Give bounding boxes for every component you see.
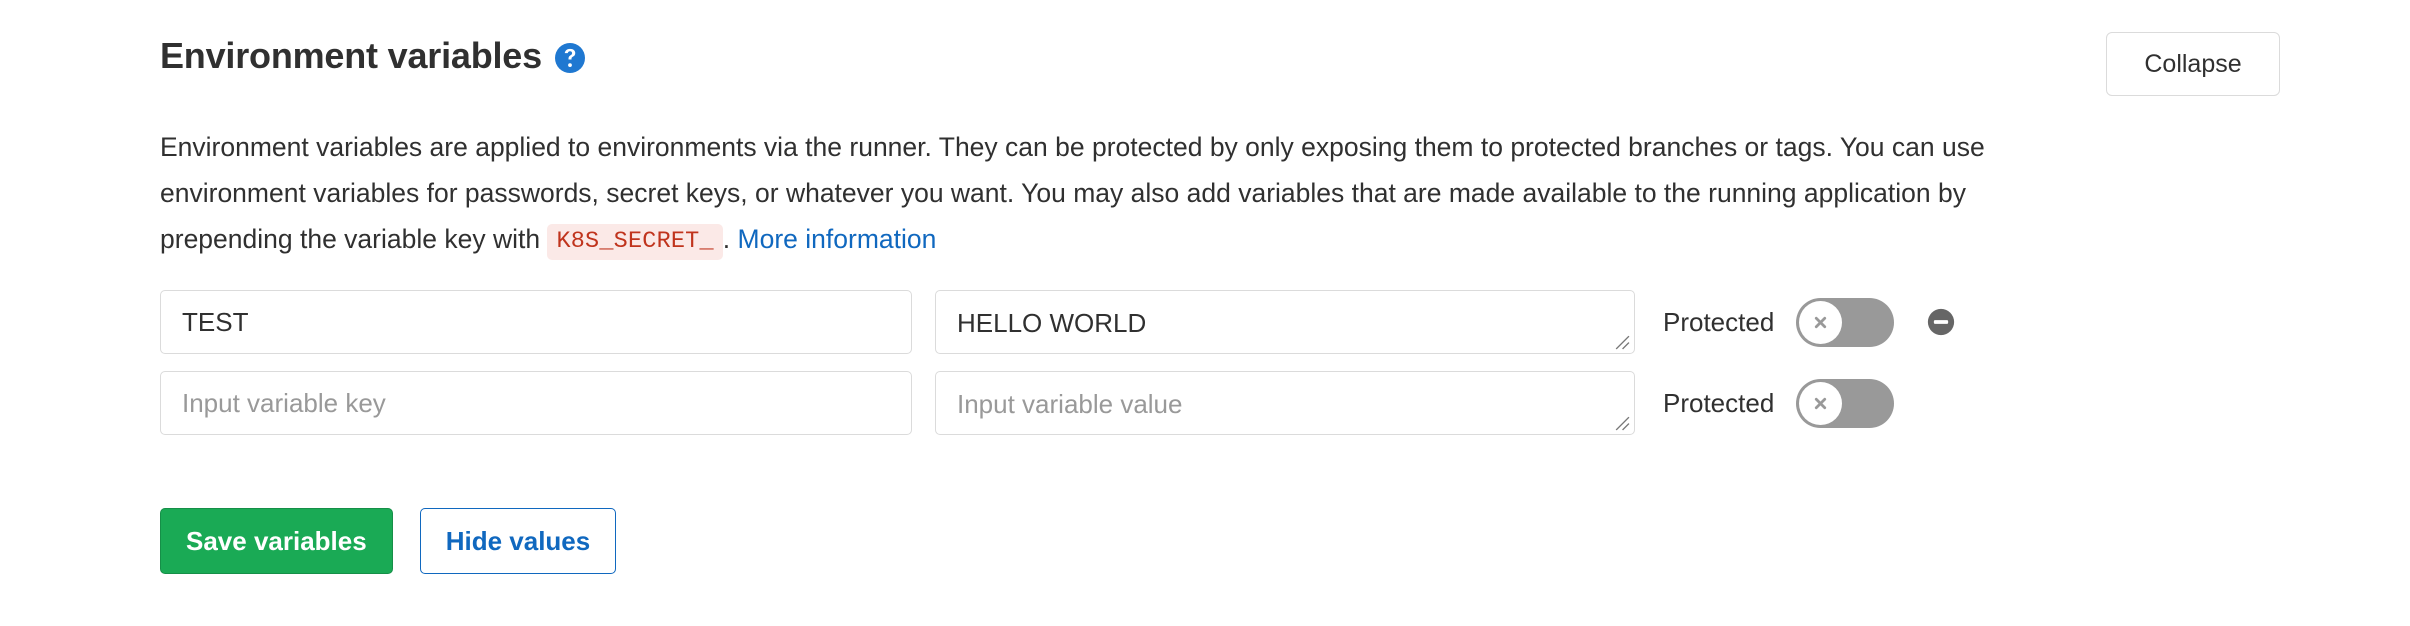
protected-label: Protected (1663, 388, 1775, 418)
variable-value-wrapper (935, 371, 1635, 435)
description-text: Environment variables are applied to env… (160, 132, 1985, 254)
title-group: Environment variables (160, 34, 585, 77)
environment-variables-panel: Environment variables Collapse Environme… (0, 0, 2410, 626)
variable-value-input[interactable] (935, 371, 1635, 435)
code-prefix-chip: K8S_SECRET_ (547, 224, 723, 261)
variable-key-input[interactable] (160, 290, 912, 354)
close-icon (1812, 314, 1829, 331)
variable-key-input[interactable] (160, 371, 912, 435)
panel-header: Environment variables Collapse (160, 32, 2280, 96)
panel-actions: Save variables Hide values (160, 508, 617, 574)
panel-description: Environment variables are applied to env… (160, 124, 2040, 262)
page-title: Environment variables (160, 35, 542, 76)
collapse-button[interactable]: Collapse (2106, 32, 2280, 96)
protected-toggle[interactable] (1796, 379, 1895, 428)
description-period: . (722, 224, 731, 254)
variables-list: Protected (160, 290, 2260, 452)
table-row: Protected (160, 290, 2260, 354)
toggle-knob (1799, 301, 1843, 344)
table-row: Protected (160, 371, 2260, 435)
variable-value-input[interactable] (935, 290, 1635, 354)
save-variables-button[interactable]: Save variables (160, 508, 393, 574)
remove-variable-button[interactable] (1926, 307, 1956, 337)
protected-toggle[interactable] (1796, 298, 1895, 347)
more-information-link[interactable]: More information (738, 224, 937, 254)
close-icon (1812, 395, 1829, 412)
hide-values-button[interactable]: Hide values (419, 508, 617, 574)
protected-label: Protected (1663, 307, 1775, 337)
variable-value-wrapper (935, 290, 1635, 354)
help-circle-icon[interactable] (554, 42, 585, 73)
toggle-knob (1799, 382, 1843, 425)
